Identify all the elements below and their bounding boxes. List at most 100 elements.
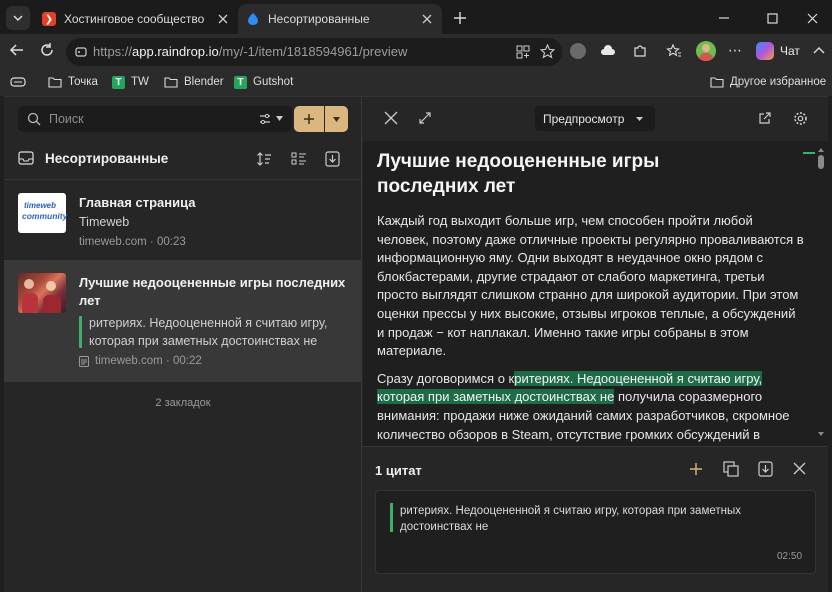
caret-down-icon[interactable] <box>276 116 283 121</box>
open-external-icon[interactable] <box>758 111 772 125</box>
article-paragraph: Каждый год выходит больше игр, чем спосо… <box>377 213 804 359</box>
sidebar-toggle-icon[interactable] <box>812 44 826 58</box>
article-icon <box>79 356 89 367</box>
add-options-button[interactable] <box>325 106 348 132</box>
maximize-button[interactable] <box>762 8 782 28</box>
filter-icon[interactable] <box>259 113 271 125</box>
bookmark-excerpt: Timeweb <box>79 215 130 229</box>
browser-toolbar: https://app.raindrop.io/my/-1/item/18185… <box>0 34 832 68</box>
search-input[interactable]: Поиск <box>49 112 84 126</box>
copilot-button[interactable]: Чат <box>756 41 800 61</box>
article-title: Лучшие недооцененные игры последних лет <box>377 149 805 199</box>
preview-mode-select[interactable]: Предпросмотр <box>535 106 655 131</box>
chevron-down-icon <box>818 432 824 436</box>
apps-icon[interactable] <box>516 45 530 59</box>
bookmark-title[interactable]: Лучшие недооцененные игры последних <box>79 274 345 292</box>
close-window-button[interactable] <box>802 8 822 28</box>
article-paragraph: Сразу договоримся о критериях. Недооцене… <box>377 370 805 446</box>
raindrop-app: Поиск Несортированные timeweb community … <box>4 96 828 592</box>
bookmarks-list-panel: Поиск Несортированные timeweb community … <box>4 97 362 592</box>
tab-timeweb[interactable]: ❯ Хостинговое сообщество «Timeweb <box>34 4 238 34</box>
arrow-left-icon <box>9 44 23 56</box>
preview-panel: Предпросмотр Лучшие недооцененные игры п… <box>363 97 828 592</box>
preview-mode-label: Предпросмотр <box>543 112 625 126</box>
bookmark-label: TW <box>131 76 149 88</box>
scrollbar-thumb[interactable] <box>818 155 824 169</box>
address-bar[interactable]: https://app.raindrop.io/my/-1/item/18185… <box>66 38 562 66</box>
url-host: app.raindrop.io <box>132 44 219 59</box>
favorites-icon[interactable] <box>666 43 682 59</box>
copilot-icon <box>756 42 774 60</box>
bookmark-title[interactable]: лет <box>79 292 101 310</box>
highlight-bar <box>79 316 82 348</box>
bookmark-title[interactable]: Главная страница <box>79 194 195 212</box>
scrollbar[interactable] <box>817 147 825 442</box>
minimize-button[interactable] <box>714 8 734 28</box>
add-bookmark-button[interactable] <box>294 106 324 132</box>
tab-actions-button[interactable] <box>6 6 30 30</box>
close-icon[interactable] <box>418 10 436 28</box>
gear-icon[interactable] <box>793 111 808 126</box>
sheet-icon: T <box>112 75 125 89</box>
more-icon[interactable]: ⋯ <box>728 42 742 59</box>
article-viewport[interactable]: Лучшие недооцененные игры последних лет … <box>363 141 828 446</box>
close-icon[interactable] <box>793 462 806 475</box>
text-run: Сразу договоримся о к <box>377 370 515 386</box>
extension-icon[interactable] <box>570 43 586 59</box>
cloud-icon[interactable] <box>600 43 616 59</box>
download-icon[interactable] <box>325 151 340 167</box>
thumb-text: timeweb <box>24 201 57 210</box>
view-mode-icon[interactable] <box>291 152 307 166</box>
minimize-icon <box>719 17 729 19</box>
folder-icon <box>164 77 178 88</box>
tab-bar: ❯ Хостинговое сообщество «Timeweb Несорт… <box>0 0 832 36</box>
search-field[interactable]: Поиск <box>18 106 292 132</box>
tab-sync-icon[interactable] <box>10 75 26 89</box>
timeweb-thumbnail: timeweb community <box>18 193 67 233</box>
folder-icon <box>710 77 724 88</box>
bookmark-blender[interactable]: Blender <box>164 73 224 91</box>
bookmark-tochka[interactable]: Точка <box>48 73 98 91</box>
chevron-up-icon <box>818 148 824 152</box>
copy-icon[interactable] <box>723 461 739 477</box>
article-title-line: последних лет <box>377 176 516 197</box>
caret-down-icon <box>636 117 643 121</box>
plus-icon <box>304 114 314 124</box>
bookmark-meta: timeweb.com · 00:23 <box>79 236 186 248</box>
raindrop-favicon-icon <box>246 12 260 26</box>
sort-icon[interactable] <box>256 151 272 167</box>
plus-icon[interactable] <box>689 462 703 476</box>
back-button[interactable] <box>8 41 28 61</box>
reload-button[interactable] <box>38 41 58 61</box>
bookmark-tw[interactable]: T TW <box>112 73 149 91</box>
url-path: /my/-1/item/1818594961/preview <box>218 44 408 59</box>
puzzle-icon[interactable] <box>632 43 648 59</box>
bookmark-item[interactable]: timeweb community Главная страница Timew… <box>4 180 362 260</box>
quote-card[interactable]: ритериях. Недооцененной я считаю игру, к… <box>375 490 816 574</box>
quote-bar <box>390 503 393 532</box>
article: Лучшие недооцененные игры последних лет … <box>377 149 805 446</box>
highlight-text: которая при заметных достоинствах не <box>89 334 318 348</box>
tab-unsorted[interactable]: Несортированные <box>238 4 442 34</box>
quotes-section: 1 цитат ритериях. Недооцененной я считаю… <box>363 446 828 592</box>
profile-avatar[interactable] <box>696 41 716 61</box>
bookmarks-count: 2 закладок <box>155 397 211 409</box>
expand-icon[interactable] <box>418 111 432 125</box>
close-icon <box>807 13 817 23</box>
close-icon[interactable] <box>214 10 232 28</box>
bookmark-item-selected[interactable]: Лучшие недооцененные игры последних лет … <box>4 260 362 382</box>
other-bookmarks[interactable]: Другое избранное <box>710 73 826 91</box>
search-icon <box>27 112 41 126</box>
download-icon[interactable] <box>758 461 773 477</box>
close-icon[interactable] <box>384 111 398 125</box>
tab-title: Хостинговое сообщество «Timeweb <box>64 12 208 26</box>
bookmark-gutshot[interactable]: T Gutshot <box>234 73 293 91</box>
new-tab-button[interactable] <box>450 8 470 28</box>
article-title-line: Лучшие недооцененные игры <box>377 151 660 172</box>
sheet-icon: T <box>234 75 247 89</box>
games-thumbnail <box>18 273 66 313</box>
chevron-down-icon <box>13 15 23 22</box>
site-info-icon[interactable] <box>74 45 88 59</box>
bookmark-label: Blender <box>184 76 224 88</box>
star-icon[interactable] <box>540 44 555 59</box>
